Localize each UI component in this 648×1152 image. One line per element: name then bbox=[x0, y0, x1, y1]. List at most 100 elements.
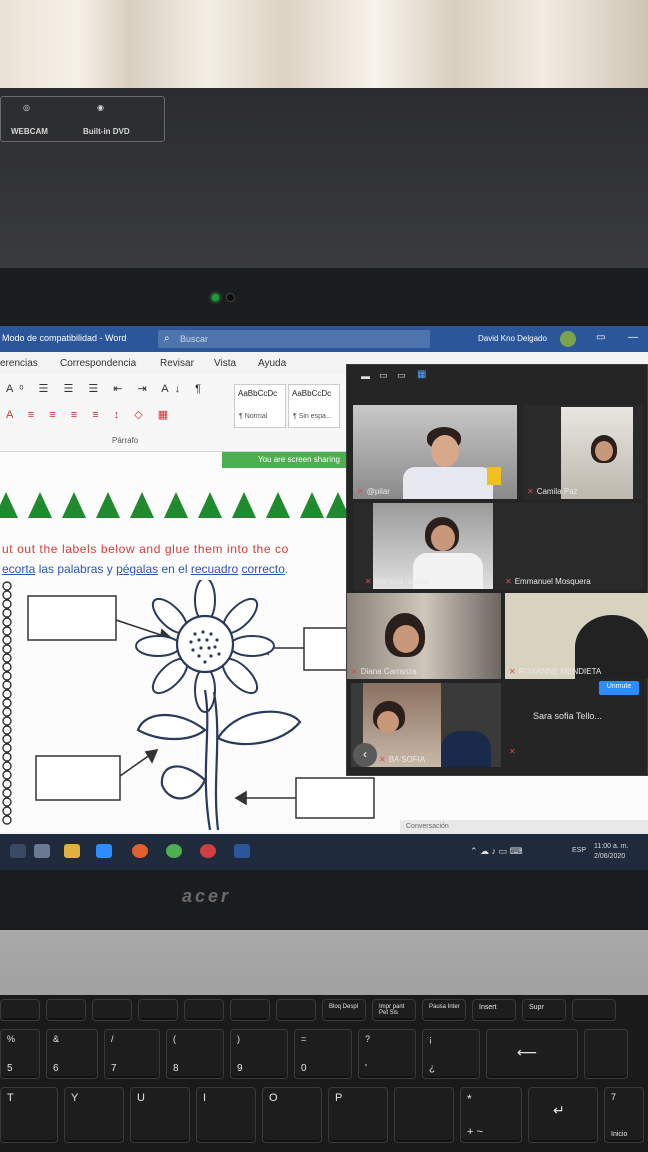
app-icon[interactable] bbox=[200, 844, 216, 858]
key-scroll-lock[interactable]: Bloq Despl bbox=[322, 999, 366, 1021]
key-fn[interactable] bbox=[46, 999, 86, 1021]
gallery-view-icon[interactable]: ▦ bbox=[417, 369, 426, 380]
style-normal-preview: AaBbCcDc bbox=[238, 389, 278, 398]
search-icon: ⌕ bbox=[164, 333, 170, 344]
muted-mic-icon: ✕ bbox=[505, 577, 512, 586]
key-fn[interactable] bbox=[230, 999, 270, 1021]
key-6[interactable]: & 6 bbox=[46, 1029, 98, 1079]
unmute-button[interactable]: Unmute bbox=[599, 681, 639, 695]
word-correcto: correcto bbox=[241, 562, 285, 576]
webcam-icon: ◎ bbox=[23, 103, 30, 112]
tree-decoration bbox=[28, 492, 52, 518]
key-u[interactable]: U bbox=[130, 1087, 190, 1143]
key-fn[interactable] bbox=[184, 999, 224, 1021]
tray-icons[interactable]: ⌃ ☁ ♪ ▭ ⌨ bbox=[470, 846, 523, 857]
style-no-spacing-name: ¶ Sin espa... bbox=[293, 413, 332, 420]
key-print-screen[interactable]: Impr pant Pet Sis bbox=[372, 999, 416, 1021]
screen-sharing-banner[interactable]: You are screen sharing bbox=[222, 452, 362, 468]
webcam-led bbox=[212, 294, 219, 301]
dvd-label: Built-in DVD bbox=[83, 127, 130, 136]
sunflower-worksheet-drawing bbox=[2, 580, 375, 831]
tree-decoration bbox=[130, 492, 154, 518]
video-tile[interactable]: ✕ ROXANNE MENDIETA bbox=[505, 593, 648, 679]
font-tools-row[interactable]: Aᵒ ☰ ☰ ☰ ⇤ ⇥ A↓ ¶ bbox=[6, 382, 207, 395]
key-pause[interactable]: Pausa Inter bbox=[422, 999, 466, 1021]
key-0[interactable]: = 0 bbox=[294, 1029, 352, 1079]
avatar[interactable] bbox=[560, 331, 576, 347]
account-name[interactable]: David Kno Delgado bbox=[478, 334, 547, 343]
key-p[interactable]: P bbox=[328, 1087, 388, 1143]
screen-sharing-text: You are screen sharing bbox=[258, 455, 340, 464]
chrome-icon[interactable] bbox=[166, 844, 182, 858]
muted-mic-icon: ✕ bbox=[351, 667, 358, 676]
search-icon[interactable] bbox=[10, 844, 26, 858]
ribbon-display-icon[interactable]: ▭ bbox=[596, 332, 605, 343]
window-icon[interactable]: ▭ bbox=[397, 370, 406, 381]
brand-logo: acer bbox=[182, 886, 232, 906]
task-view-icon[interactable] bbox=[34, 844, 50, 858]
webcam-lens bbox=[226, 293, 235, 302]
webcam-label: WEBCAM bbox=[11, 127, 48, 136]
word-app-icon[interactable] bbox=[234, 844, 250, 858]
key-bracket[interactable] bbox=[394, 1087, 454, 1143]
key-insert[interactable]: Insert bbox=[472, 999, 516, 1021]
key-fn[interactable] bbox=[276, 999, 316, 1021]
label-box bbox=[35, 755, 121, 801]
key-fn[interactable] bbox=[138, 999, 178, 1021]
video-tile[interactable]: ✕ Diana Carranza bbox=[347, 593, 501, 679]
language-indicator[interactable]: ESP bbox=[572, 847, 586, 854]
key-plus[interactable]: * + ~ bbox=[460, 1087, 522, 1143]
key-backspace[interactable]: ⟵ bbox=[486, 1029, 578, 1079]
search-box[interactable]: ⌕ Buscar bbox=[158, 330, 430, 348]
key-inverted-question[interactable]: ¡ ¿ bbox=[422, 1029, 480, 1079]
muted-mic-icon: ✕ bbox=[357, 487, 364, 496]
text-segment: . bbox=[284, 562, 289, 576]
style-normal[interactable]: AaBbCcDc ¶ Normal bbox=[234, 384, 286, 428]
system-clock[interactable]: 11:00 a. m. 2/06/2020 bbox=[594, 842, 629, 862]
search-placeholder: Buscar bbox=[180, 334, 209, 344]
video-tile[interactable]: ✕ Camila Paz bbox=[523, 405, 643, 499]
key-9[interactable]: ) 9 bbox=[230, 1029, 288, 1079]
ribbon-toolbar: Aᵒ ☰ ☰ ☰ ⇤ ⇥ A↓ ¶ A ≡ ≡ ≡ ≡ ↕ ◇ ▦ AaBbCc… bbox=[0, 374, 360, 452]
previous-page-button[interactable]: ‹ bbox=[353, 743, 377, 767]
style-no-spacing[interactable]: AaBbCcDc ¶ Sin espa... bbox=[288, 384, 340, 428]
label-box bbox=[27, 595, 117, 641]
key-8[interactable]: (8 bbox=[166, 1029, 224, 1079]
key-o[interactable]: O bbox=[262, 1087, 322, 1143]
tab-vista[interactable]: Vista bbox=[214, 358, 236, 369]
key-5[interactable]: % 5 bbox=[0, 1029, 40, 1079]
zoom-gallery-window[interactable]: ▬ ▭ ▭ ▦ ✕ @pilar ✕ Camila Paz ✕ Mariana jai… bbox=[346, 364, 648, 776]
view-icon[interactable]: ▭ bbox=[379, 370, 388, 381]
muted-mic-icon: ✕ bbox=[509, 667, 516, 676]
key-i[interactable]: I bbox=[196, 1087, 256, 1143]
key-y[interactable]: Y bbox=[64, 1087, 124, 1143]
video-tile[interactable]: ✕ Mariana jaimes ✕ Emmanuel Mosquera bbox=[353, 503, 643, 589]
minimize-icon[interactable]: ▬ bbox=[361, 371, 370, 381]
zoom-topbar: ▬ ▭ ▭ ▦ bbox=[347, 365, 648, 387]
key-numpad-7[interactable]: 7 Inicio bbox=[604, 1087, 644, 1143]
video-tile[interactable]: ✕ @pilar bbox=[353, 405, 517, 499]
tab-ayuda[interactable]: Ayuda bbox=[258, 358, 286, 369]
participant-name: ✕ ROXANNE MENDIETA bbox=[509, 667, 602, 676]
key-apostrophe[interactable]: ? ' bbox=[358, 1029, 416, 1079]
key-power[interactable] bbox=[572, 999, 616, 1021]
muted-mic-icon: ✕ bbox=[527, 487, 534, 496]
tab-revisar[interactable]: Revisar bbox=[160, 358, 194, 369]
paragraph-tools-row[interactable]: A ≡ ≡ ≡ ≡ ↕ ◇ ▦ bbox=[6, 408, 174, 421]
key-enter[interactable]: ↵ bbox=[528, 1087, 598, 1143]
active-speaker-name: Sara sofia Tello... bbox=[533, 711, 602, 721]
file-explorer-icon[interactable] bbox=[64, 844, 80, 858]
minimize-icon[interactable]: — bbox=[628, 332, 638, 343]
firefox-icon[interactable] bbox=[132, 844, 148, 858]
tab-correspondencia[interactable]: Correspondencia bbox=[60, 358, 136, 369]
key-7[interactable]: /7 bbox=[104, 1029, 160, 1079]
tab-referencias[interactable]: erencias bbox=[0, 358, 38, 369]
key-t[interactable]: T bbox=[0, 1087, 58, 1143]
window-title: Modo de compatibilidad - Word bbox=[2, 333, 127, 343]
key-fn[interactable] bbox=[92, 999, 132, 1021]
key-numpad[interactable] bbox=[584, 1029, 628, 1079]
zoom-app-icon[interactable] bbox=[96, 844, 112, 858]
key-fn[interactable] bbox=[0, 999, 40, 1021]
key-delete[interactable]: Supr bbox=[522, 999, 566, 1021]
participant-name: ✕ BA SOFIA bbox=[379, 755, 426, 764]
